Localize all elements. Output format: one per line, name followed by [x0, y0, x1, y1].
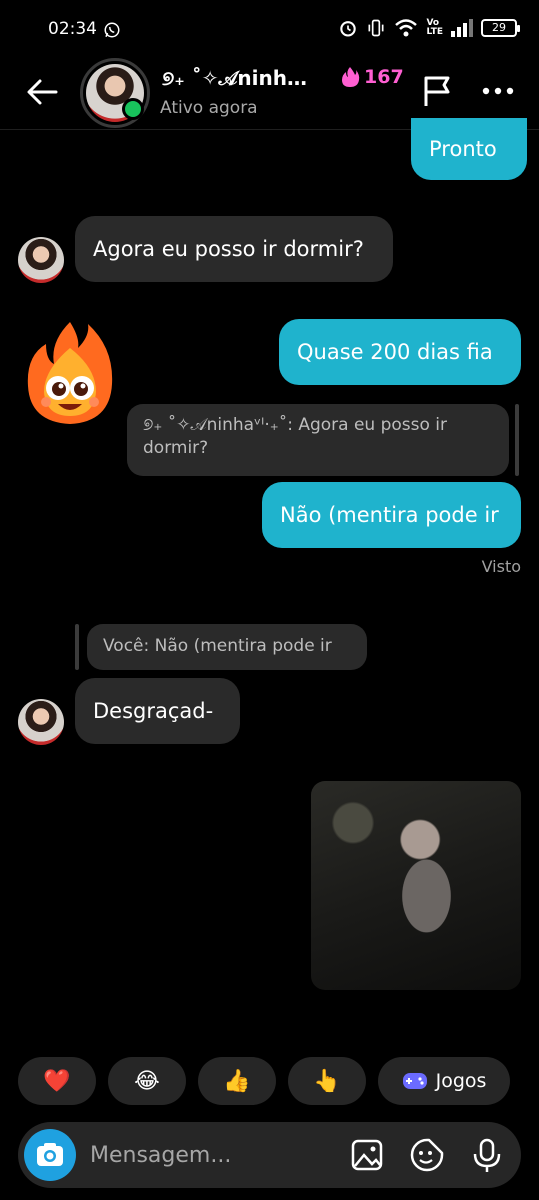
- pointing-up-icon: 👆: [313, 1068, 341, 1094]
- sent-message[interactable]: Pronto: [411, 118, 527, 180]
- contact-name[interactable]: ୭₊ ˚✧𝒜ninh…: [162, 66, 307, 90]
- signal-icon: [451, 19, 473, 37]
- games-label: Jogos: [435, 1070, 487, 1092]
- reply-indicator-bar: [75, 624, 79, 670]
- sender-avatar[interactable]: [18, 699, 64, 745]
- reply-quote-text: Você: Não (mentira pode ir: [103, 636, 332, 656]
- camera-button[interactable]: [24, 1129, 76, 1181]
- streak-count: 167: [364, 66, 404, 88]
- received-message[interactable]: Agora eu posso ir dormir?: [75, 216, 393, 282]
- reply-quote[interactable]: Você: Não (mentira pode ir: [87, 624, 367, 670]
- sent-message[interactable]: Não (mentira pode ir: [262, 482, 521, 548]
- streak-badge: 167: [340, 66, 404, 88]
- fire-icon: [342, 67, 360, 87]
- laughing-face-icon: 😂: [134, 1068, 160, 1094]
- seen-indicator: Visto: [481, 557, 521, 576]
- message-text: Pronto: [429, 137, 497, 161]
- message-text: Não (mentira pode ir: [280, 503, 499, 527]
- back-arrow-icon[interactable]: [22, 72, 62, 112]
- whatsapp-icon: [104, 22, 120, 38]
- message-text: Agora eu posso ir dormir?: [93, 237, 364, 261]
- games-button[interactable]: Jogos: [378, 1057, 510, 1105]
- flag-icon[interactable]: [418, 72, 456, 110]
- quick-reaction-laugh[interactable]: 😂: [108, 1057, 186, 1105]
- vibrate-icon: [368, 19, 384, 37]
- fire-sticker[interactable]: [20, 318, 120, 430]
- reply-quote[interactable]: ୭₊ ˚✧𝒜ninhaᵛᴵ·₊˚: Agora eu posso ir dorm…: [127, 404, 509, 476]
- wifi-icon: [395, 19, 418, 37]
- heart-icon: ❤️: [43, 1068, 71, 1094]
- received-message[interactable]: Desgraçad-: [75, 678, 240, 744]
- more-options-icon[interactable]: [478, 74, 518, 108]
- sender-avatar[interactable]: [18, 237, 64, 283]
- thumbs-up-icon: 👍: [223, 1068, 251, 1094]
- gamepad-icon: [402, 1073, 427, 1089]
- battery-level: 29: [492, 21, 506, 34]
- message-text: Quase 200 dias fia: [297, 340, 493, 364]
- message-composer: [18, 1122, 521, 1188]
- status-bar: 02:34 Vo LTE 29: [0, 0, 539, 58]
- camera-icon: [37, 1143, 63, 1166]
- quick-reaction-point[interactable]: 👆: [288, 1057, 366, 1105]
- sticker-icon[interactable]: [408, 1136, 446, 1174]
- active-status: Ativo agora: [160, 98, 258, 118]
- message-input[interactable]: [90, 1134, 340, 1176]
- quick-reactions: ❤️ 😂 👍 👆 Jogos: [18, 1057, 510, 1105]
- message-text: Desgraçad-: [93, 699, 214, 723]
- battery-icon: 29: [481, 19, 520, 37]
- quick-reaction-thumbs-up[interactable]: 👍: [198, 1057, 276, 1105]
- sent-photo[interactable]: [311, 781, 521, 990]
- microphone-icon[interactable]: [468, 1136, 506, 1174]
- alarm-icon: [340, 21, 357, 37]
- status-icons: Vo LTE 29: [338, 18, 520, 38]
- reply-indicator-bar: [515, 404, 519, 476]
- gallery-icon[interactable]: [348, 1136, 386, 1174]
- status-time: 02:34: [48, 19, 97, 39]
- sent-message[interactable]: Quase 200 dias fia: [279, 319, 521, 385]
- quick-reaction-heart[interactable]: ❤️: [18, 1057, 96, 1105]
- online-indicator: [122, 98, 144, 120]
- reply-quote-text: ୭₊ ˚✧𝒜ninhaᵛᴵ·₊˚: Agora eu posso ir dorm…: [143, 415, 448, 458]
- volte-indicator: Vo LTE: [426, 18, 443, 37]
